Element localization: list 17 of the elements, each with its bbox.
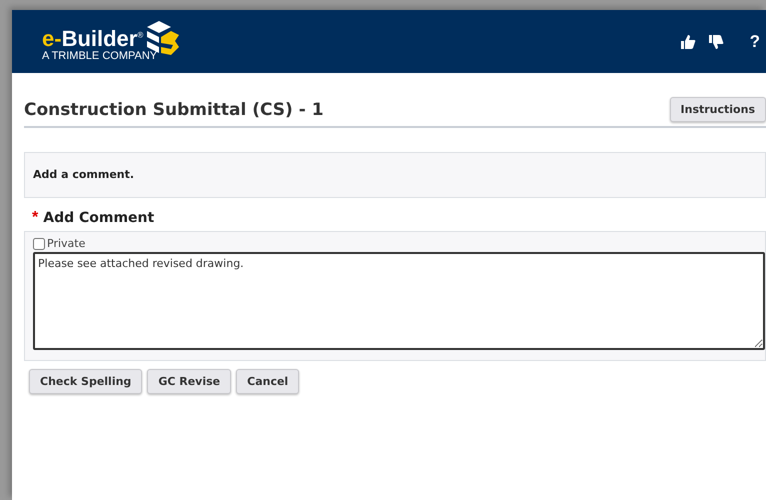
logo-tagline: A TRIMBLE COMPANY — [42, 50, 158, 62]
logo-text: e- — [42, 26, 62, 51]
private-label: Private — [47, 237, 86, 250]
thumbs-up-icon[interactable] — [680, 34, 696, 50]
required-mark: * — [32, 209, 38, 227]
thumbs-down-icon[interactable] — [708, 34, 724, 50]
page-title: Construction Submittal (CS) - 1 — [24, 100, 324, 120]
section-heading: Add Comment — [43, 210, 154, 226]
info-text: Add a comment. — [33, 168, 134, 181]
logo-name: Builder$^{®}$ — [62, 26, 144, 51]
instructions-button[interactable]: Instructions — [670, 97, 766, 122]
private-checkbox[interactable] — [33, 238, 45, 250]
action-button[interactable]: Check Spelling — [29, 369, 142, 394]
action-button[interactable]: GC Revise — [147, 369, 232, 394]
help-link[interactable]: ? — [750, 32, 760, 52]
comment-field[interactable]: Please see attached revised drawing. — [33, 252, 765, 350]
action-button[interactable]: Cancel — [236, 369, 300, 394]
